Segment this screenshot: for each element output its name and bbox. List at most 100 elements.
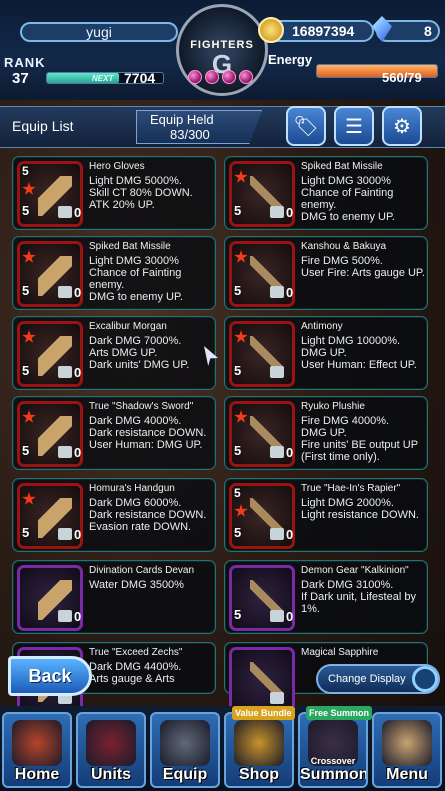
equipment-name: True "Shadow's Sword" — [89, 401, 194, 412]
equip-held-value: 83/300 — [170, 127, 210, 142]
equipment-name: Homura's Handgun — [89, 483, 175, 494]
star-icon — [22, 410, 36, 423]
lock-icon — [270, 446, 284, 458]
equipment-card[interactable]: 5 5 0 Hero Gloves Light DMG 5000%. Skill CT 8… — [12, 156, 216, 230]
equipment-description: Dark DMG 4000%. Dark resistance DOWN. User… — [89, 415, 207, 451]
nav-label: Units — [91, 766, 131, 783]
star-icon — [234, 504, 248, 517]
gear-icon: ⚙ — [393, 115, 411, 138]
energy-label: Energy — [268, 52, 313, 67]
settings-button[interactable]: ⚙ — [382, 106, 422, 146]
equipment-thumbnail: 5 5 0 — [17, 161, 83, 227]
equipment-name: True "Exceed Zechs" — [89, 647, 183, 658]
rank-badge: 5 — [22, 203, 30, 218]
equip-count: 0 — [286, 445, 294, 460]
equipment-thumbnail: 50 — [229, 161, 295, 227]
equipment-description: Dark DMG 3100%. If Dark unit, Lifesteal b… — [301, 579, 416, 615]
lock-icon — [58, 366, 72, 378]
lock-icon — [270, 610, 284, 622]
equipment-description: Water DMG 3500% — [89, 579, 184, 591]
nav-units[interactable]: Units — [76, 712, 146, 788]
equipment-name: True "Hae-In's Rapier" — [301, 483, 401, 494]
tag-button[interactable]: 🏷 — [286, 106, 326, 146]
star-icon — [22, 250, 36, 263]
back-button[interactable]: Back — [8, 656, 92, 696]
equip-held-label: Equip Held — [150, 112, 214, 127]
equipment-name: Magical Sapphire — [301, 647, 379, 658]
equipment-card[interactable]: 5 0 Excalibur Morgan Dark DMG 7000%. Arts DM… — [12, 316, 216, 390]
shop-chest-icon — [234, 720, 284, 766]
book-icon — [382, 720, 432, 766]
nav-equip[interactable]: Equip — [150, 712, 220, 788]
equipment-thumbnail — [229, 647, 295, 713]
gil-value: 16897394 — [292, 23, 355, 39]
equipment-card[interactable]: 5 Antimony Light DMG 10000%. DMG UP. User Hu… — [224, 316, 428, 390]
equipment-card[interactable]: 5 5 0 True "Hae-In's Rapier" Light DMG 2000%… — [224, 478, 428, 552]
star-icon — [22, 330, 36, 343]
equipment-card[interactable]: 5 0 Spiked Bat Missile Light DMG 3000% Chanc… — [224, 156, 428, 230]
equipment-thumbnail: 50 — [229, 565, 295, 631]
equipment-description: Light DMG 3000% Chance of Fainting enemy.… — [89, 255, 183, 303]
rank-badge: 5 — [22, 525, 30, 540]
lock-icon — [270, 692, 284, 704]
equipment-card[interactable]: 5 0 Ryuko Plushie Fire DMG 4000%. DMG UP. Fir… — [224, 396, 428, 470]
star-icon — [22, 492, 36, 505]
equipment-thumbnail: 50 — [17, 401, 83, 467]
equipment-card[interactable]: 5 0 Homura's Handgun Dark DMG 6000%. Dark re… — [12, 478, 216, 552]
nav-label: Summon — [300, 766, 368, 783]
equipment-thumbnail: 50 — [229, 401, 295, 467]
nav-menu[interactable]: Menu — [372, 712, 442, 788]
equip-count: 0 — [286, 609, 294, 624]
equipment-card[interactable]: 5 0 Demon Gear "Kalkinion" Dark DMG 3100%. I… — [224, 560, 428, 634]
equipment-thumbnail: 50 — [229, 241, 295, 307]
equip-count: 0 — [74, 285, 82, 300]
equipment-thumbnail: 0 — [17, 565, 83, 631]
equipment-card[interactable]: 5 0 Spiked Bat Missile Light DMG 3000% Chanc… — [12, 236, 216, 310]
filter-button[interactable]: ☰ — [334, 106, 374, 146]
equipment-description: Dark DMG 7000%. Arts DMG UP. Dark units' D… — [89, 335, 190, 371]
equipment-card[interactable]: 5 0 True "Shadow's Sword" Dark DMG 4000%. Da… — [12, 396, 216, 470]
lock-icon — [58, 528, 72, 540]
equip-count: 0 — [74, 365, 82, 380]
lock-icon — [270, 206, 284, 218]
star-icon — [22, 182, 36, 195]
equipment-thumbnail: 5 5 0 — [229, 483, 295, 549]
equip-count: 0 — [74, 527, 82, 542]
nav-summon[interactable]: Crossover Summon — [298, 712, 368, 788]
equipment-description: Dark DMG 6000%. Dark resistance DOWN. Evas… — [89, 497, 207, 533]
orb-icon — [205, 70, 219, 84]
lock-icon — [58, 206, 72, 218]
next-label: NEXT — [92, 74, 114, 83]
equipment-card[interactable]: 0 Divination Cards Devan Water DMG 3500% — [12, 560, 216, 634]
equipment-name: Demon Gear "Kalkinion" — [301, 565, 409, 576]
lock-icon — [270, 286, 284, 298]
equipment-description: Light DMG 10000%. DMG UP. User Human: Effe… — [301, 335, 417, 371]
star-icon — [234, 250, 248, 263]
rank-badge: 5 — [234, 607, 242, 622]
equipment-thumbnail: 50 — [17, 241, 83, 307]
nav-badge: Free Summon — [306, 706, 373, 720]
equip-count: 0 — [74, 609, 82, 624]
lock-icon — [58, 286, 72, 298]
filter-sliders-icon: ☰ — [345, 115, 363, 138]
nav-shop[interactable]: Shop — [224, 712, 294, 788]
equipment-description: Light DMG 5000%. Skill CT 80% DOWN. ATK 20… — [89, 175, 193, 211]
rank-badge: 5 — [22, 363, 30, 378]
nav-label: Home — [14, 766, 60, 783]
gem-value: 8 — [424, 23, 432, 39]
rank-top: 5 — [234, 486, 241, 500]
lock-icon — [58, 446, 72, 458]
refresh-icon — [412, 666, 438, 692]
orb-icon — [239, 70, 253, 84]
equipment-name: Spiked Bat Missile — [89, 241, 171, 252]
house-icon — [12, 720, 62, 766]
summon-orbs — [188, 70, 258, 86]
nav-label: Menu — [386, 766, 428, 783]
equipment-card[interactable]: 5 0 Kanshou & Bakuya Fire DMG 500%. User Fir… — [224, 236, 428, 310]
nav-home[interactable]: Home — [2, 712, 72, 788]
star-icon — [234, 410, 248, 423]
lock-icon — [270, 366, 284, 378]
rank-label: RANK — [4, 55, 46, 70]
next-value: 7704 — [124, 70, 156, 86]
equipment-name: Antimony — [301, 321, 343, 332]
